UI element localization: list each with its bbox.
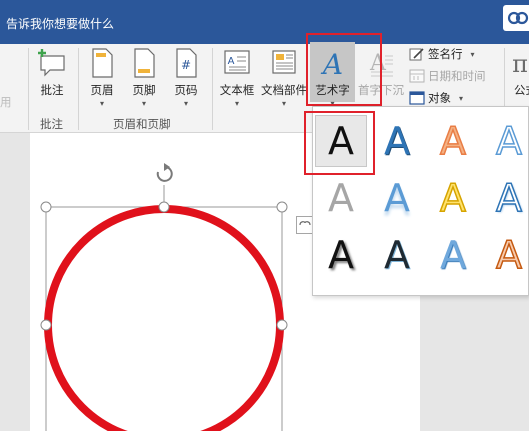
circle-shape[interactable] xyxy=(44,205,284,431)
wordart-style-12[interactable]: A xyxy=(489,230,529,280)
wordart-style-7[interactable]: A xyxy=(433,173,473,223)
resize-handle[interactable] xyxy=(158,201,170,213)
wordart-style-4[interactable]: A xyxy=(489,116,529,166)
wordart-gallery-highlight xyxy=(304,111,375,175)
wordart-style-9[interactable]: A xyxy=(321,230,361,280)
resize-handle[interactable] xyxy=(40,319,52,331)
wordart-style-3[interactable]: A xyxy=(433,116,473,166)
wordart-style-6[interactable]: A xyxy=(377,173,417,223)
wordart-style-8[interactable]: A xyxy=(489,173,529,223)
wordart-style-10[interactable]: A xyxy=(377,230,417,280)
wordart-style-2[interactable]: A xyxy=(377,116,417,166)
resize-handle[interactable] xyxy=(276,319,288,331)
resize-handle[interactable] xyxy=(276,201,288,213)
layout-options-icon xyxy=(299,221,311,226)
rotate-handle-icon[interactable] xyxy=(156,163,173,182)
resize-handle[interactable] xyxy=(40,201,52,213)
wordart-style-11[interactable]: A xyxy=(433,230,473,280)
wordart-style-5[interactable]: A xyxy=(321,173,361,223)
resize-handles[interactable] xyxy=(40,201,288,331)
